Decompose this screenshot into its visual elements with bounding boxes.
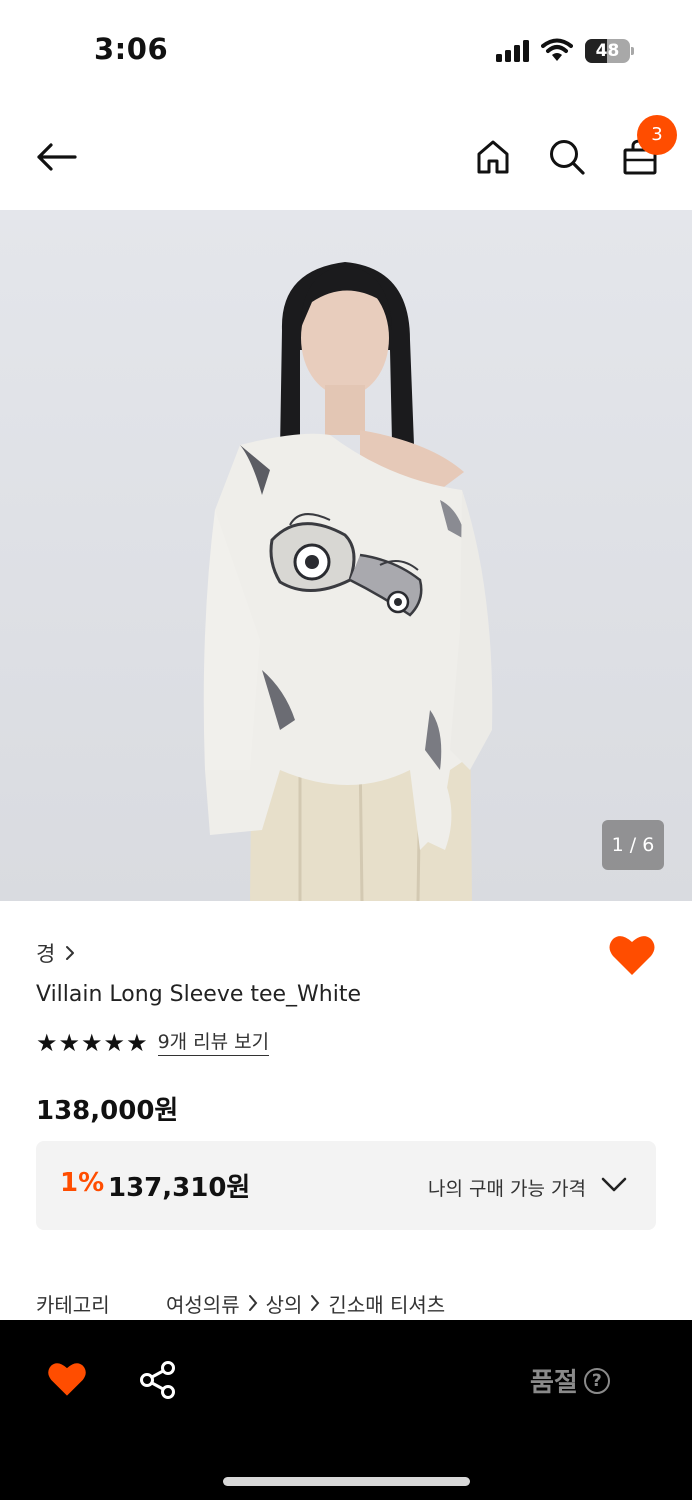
category-label: 카테고리 [36,1292,110,1317]
star-icon: ★ [81,1029,103,1057]
star-icon: ★ [126,1029,148,1057]
cart-count-badge: 3 [637,115,677,155]
top-nav [0,100,692,210]
bottom-wishlist-button[interactable] [47,1360,87,1398]
discount-price: 137,310원 [108,1173,251,1203]
cellular-signal-icon [496,40,530,62]
product-photo [0,210,692,901]
status-time: 3:06 [94,32,169,66]
star-icon: ★ [36,1029,58,1057]
chevron-right-icon [248,1295,257,1311]
heart-icon [48,1363,86,1396]
category-row: 카테고리 여성의류 상의 긴소매 티셔츠 [36,1288,445,1318]
home-icon [477,140,509,174]
help-icon[interactable]: ? [583,1367,610,1394]
search-button[interactable] [544,134,590,180]
brand-link[interactable]: 경 [36,938,75,968]
wishlist-heart-button[interactable] [608,933,656,977]
battery-icon: 48 [585,39,635,63]
chevron-right-icon [66,946,75,960]
review-link[interactable]: 9개 리뷰 보기 [157,1030,270,1056]
home-button[interactable] [470,134,516,180]
chevron-right-icon [311,1295,320,1311]
share-icon [140,1361,175,1399]
product-price: 138,000원 [36,1096,179,1126]
category-breadcrumb: 여성의류 상의 긴소매 티셔츠 [166,1289,445,1318]
status-bar: 3:06 48 [0,0,692,100]
category-level-3[interactable]: 긴소매 티셔츠 [328,1289,445,1318]
brand-name: 경 [36,942,56,966]
my-price-box[interactable]: 1% 137,310원 나의 구매 가능 가격 [36,1141,656,1230]
category-level-2[interactable]: 상의 [266,1289,303,1318]
soldout-label: 품절 [530,1368,578,1398]
search-icon [550,140,585,175]
share-button[interactable] [138,1360,178,1400]
heart-icon [609,936,655,975]
soldout-status: 품절 ? [530,1362,610,1399]
back-arrow-icon [37,143,77,171]
my-price-label: 나의 구매 가능 가격 [428,1178,586,1200]
chevron-down-icon [601,1177,627,1192]
star-icon: ★ [58,1029,81,1057]
discount-rate: 1% [60,1168,105,1198]
star-rating: ★ ★ ★ ★ ★ [36,1029,148,1057]
product-title: Villain Long Sleeve tee_White [36,982,362,1007]
back-button[interactable] [30,135,82,179]
wifi-icon [541,38,573,62]
product-image[interactable] [0,210,692,901]
category-level-1[interactable]: 여성의류 [166,1289,240,1318]
home-indicator [223,1477,470,1486]
rating-row: ★ ★ ★ ★ ★ 9개 리뷰 보기 [36,1028,270,1058]
battery-level: 48 [595,41,620,61]
image-counter: 1 / 6 [602,820,664,870]
bottom-action-bar: 품절 ? [0,1320,692,1500]
star-icon: ★ [103,1029,126,1057]
